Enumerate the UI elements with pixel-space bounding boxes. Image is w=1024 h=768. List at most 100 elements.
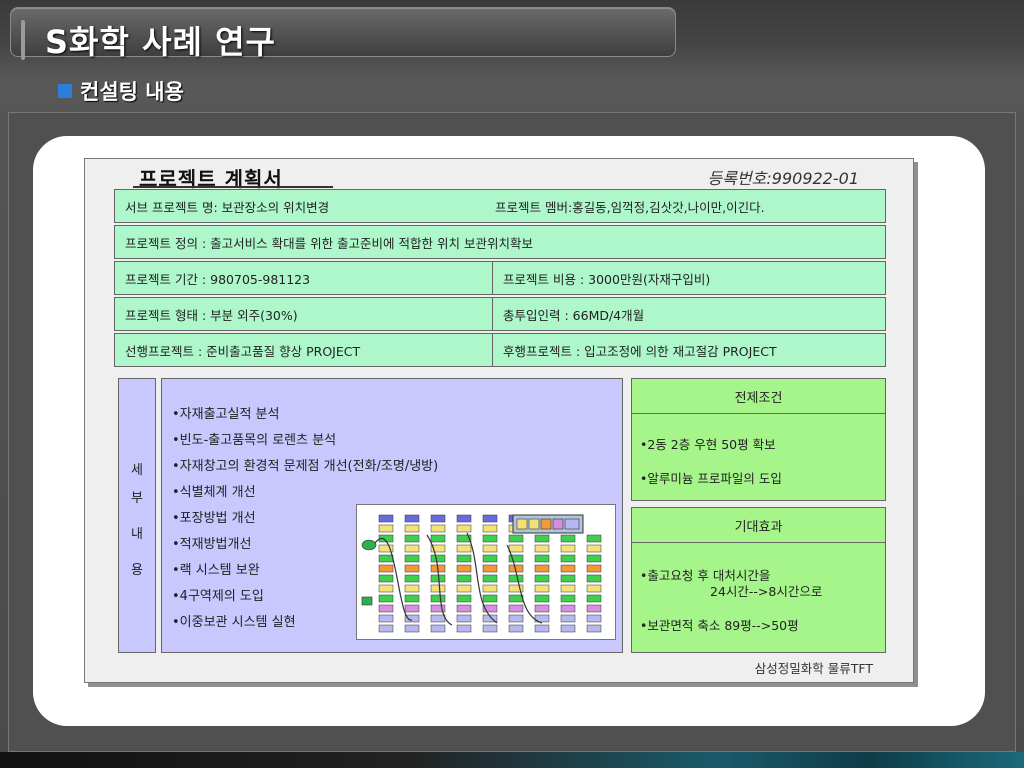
rack-cell [560, 574, 576, 583]
rack-cell [586, 544, 602, 553]
detail-label-char: 부 [131, 491, 143, 506]
project-period: 프로젝트 기간 : 980705-981123 [125, 271, 311, 287]
rack-cell [404, 624, 420, 633]
rack-cell [586, 604, 602, 613]
rack-cell [404, 574, 420, 583]
subproject-name: 서브 프로젝트 명: 보관장소의 위치변경 [125, 199, 330, 215]
rack-cell [560, 584, 576, 593]
rack-cell [456, 544, 472, 553]
rack-cell [430, 554, 446, 563]
rack-cell [560, 604, 576, 613]
warehouse-diagram-svg [361, 514, 602, 633]
expected-effect-item: 24시간-->8시간으로 [710, 584, 823, 599]
rack-cell [560, 614, 576, 623]
rack-cell [534, 534, 550, 543]
row-definition: 프로젝트 정의 : 출고서비스 확대를 위한 출고준비에 적합한 위치 보관위치… [114, 225, 886, 259]
project-members: 프로젝트 멤버:홍길동,임꺽정,김삿갓,나이만,이긴다. [495, 199, 765, 215]
rack-cell [482, 594, 498, 603]
detail-item: •빈도-출고품목의 로렌츠 분석 [172, 433, 337, 448]
rack-cell [482, 574, 498, 583]
rack-cell [430, 624, 446, 633]
rack-cell [404, 524, 420, 533]
rack-cell [378, 604, 394, 613]
rack-cell [534, 604, 550, 613]
rack-cell [378, 624, 394, 633]
detail-item: •포장방법 개선 [172, 511, 256, 526]
rack-cell [378, 614, 394, 623]
exit-marker [361, 596, 373, 606]
precondition-item: •알루미늄 프로파일의 도입 [640, 471, 782, 486]
rack-cell [430, 584, 446, 593]
dock-item [552, 518, 564, 530]
document-footer: 삼성정밀화학 물류TFT [754, 661, 873, 676]
background-bottom-band [0, 752, 1024, 768]
expected-effect-header: 기대효과 [631, 507, 886, 543]
rack-cell [404, 514, 420, 523]
project-plan-document: 프로젝트 계획서 등록번호:990922-01 서브 프로젝트 명: 보관장소의… [84, 158, 914, 683]
rack-cell [586, 554, 602, 563]
square-bullet-icon [58, 84, 72, 98]
expected-effect-item: •보관면적 축소 89평-->50평 [640, 618, 799, 633]
precondition-item: •2동 2층 우현 50평 확보 [640, 437, 776, 452]
entry-marker [361, 539, 377, 551]
rack-cell [456, 584, 472, 593]
rack-cell [560, 564, 576, 573]
rack-cell [378, 564, 394, 573]
row-predecessor: 선행프로젝트 : 준비출고품질 향상 PROJECT 후행프로젝트 : 입고조정… [114, 333, 886, 367]
rack-cell [482, 534, 498, 543]
detail-item: •식별체계 개선 [172, 485, 256, 500]
rack-cell [508, 624, 524, 633]
dock-item [528, 518, 540, 530]
rack-cell [534, 574, 550, 583]
rack-cell [404, 564, 420, 573]
rack-cell [456, 614, 472, 623]
warehouse-layout-diagram [356, 504, 616, 640]
rack-cell [482, 554, 498, 563]
rack-cell [586, 534, 602, 543]
rack-cell [456, 514, 472, 523]
rack-cell [404, 534, 420, 543]
rack-cell [534, 554, 550, 563]
rack-cell [534, 544, 550, 553]
rack-cell [482, 544, 498, 553]
rack-cell [586, 594, 602, 603]
rack-cell [404, 594, 420, 603]
rack-cell [378, 584, 394, 593]
rack-cell [560, 544, 576, 553]
rack-cell [430, 534, 446, 543]
detail-label-char: 세 [131, 463, 143, 478]
rack-cell [508, 574, 524, 583]
rack-cell [456, 554, 472, 563]
rack-cell [534, 564, 550, 573]
title-bar: S화학 사례 연구 [10, 7, 676, 61]
project-type: 프로젝트 형태 : 부분 외주(30%) [125, 307, 298, 323]
rack-cell [560, 534, 576, 543]
rack-cell [456, 604, 472, 613]
rack-cell [508, 534, 524, 543]
title-notch [21, 20, 25, 60]
predecessor-project: 선행프로젝트 : 준비출고품질 향상 PROJECT [125, 343, 361, 359]
detail-item: •이중보관 시스템 실현 [172, 615, 296, 630]
rack-cell [482, 524, 498, 533]
rack-cell [508, 604, 524, 613]
rack-cell [586, 584, 602, 593]
rack-cell [586, 574, 602, 583]
rack-cell [534, 624, 550, 633]
detail-item: •자재출고실적 분석 [172, 407, 280, 422]
dock-item [564, 518, 580, 530]
row-type: 프로젝트 형태 : 부분 외주(30%) 총투입인력 : 66MD/4개월 [114, 297, 886, 331]
rack-cell [378, 514, 394, 523]
precondition-body: •2동 2층 우현 50평 확보 •알루미늄 프로파일의 도입 [631, 413, 886, 501]
dock-item [516, 518, 528, 530]
rack-cell [560, 594, 576, 603]
rack-cell [378, 594, 394, 603]
rack-cell [560, 624, 576, 633]
detail-label-column: 세 부 내 용 [118, 378, 156, 653]
detail-label-char: 용 [131, 563, 143, 578]
rack-cell [430, 614, 446, 623]
rack-cell [378, 574, 394, 583]
rack-cell [430, 524, 446, 533]
rack-cell [586, 564, 602, 573]
dock-item [540, 518, 552, 530]
detail-item: •자재창고의 환경적 문제점 개선(전화/조명/냉방) [172, 459, 439, 474]
